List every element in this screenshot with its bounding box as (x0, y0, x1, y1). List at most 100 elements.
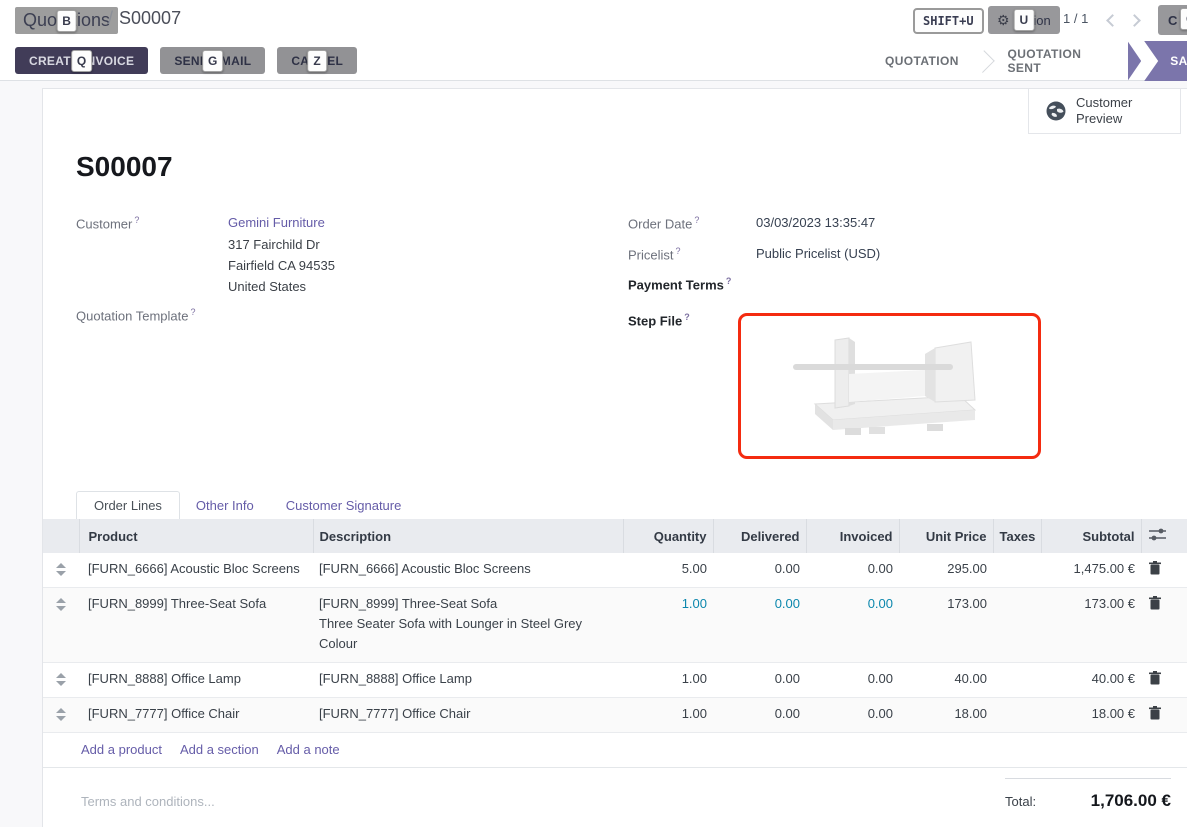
cell-invoiced[interactable]: 0.00 (806, 588, 899, 663)
cell-unit-price[interactable]: 295.00 (899, 553, 993, 588)
cell-product[interactable]: [FURN_8888] Office Lamp (79, 663, 313, 698)
total-label: Total: (1005, 794, 1036, 809)
action-menu-button[interactable]: ⚙ Action U (988, 6, 1060, 34)
cell-description[interactable]: [FURN_6666] Acoustic Bloc Screens (313, 553, 623, 588)
step-file-image[interactable] (738, 313, 1041, 459)
payment-terms-label: Payment Terms? (628, 276, 756, 292)
drag-handle-icon[interactable] (43, 663, 79, 698)
drag-handle-icon[interactable] (43, 588, 79, 663)
customer-link[interactable]: Gemini Furniture (228, 215, 325, 230)
cancel-button[interactable]: CANCEL Z (277, 47, 357, 74)
keyboard-hint-send-email: G (202, 50, 224, 72)
step-file-label: Step File? (628, 312, 690, 328)
breadcrumb: /S00007 (108, 8, 181, 29)
column-header-invoiced[interactable]: Invoiced (806, 519, 899, 553)
tab-order-lines[interactable]: Order Lines (76, 491, 180, 519)
column-header-product[interactable]: Product (79, 519, 313, 553)
column-header-quantity[interactable]: Quantity (623, 519, 713, 553)
pager-next-icon[interactable] (1128, 14, 1141, 27)
cell-taxes[interactable] (993, 553, 1041, 588)
column-header-taxes[interactable]: Taxes (993, 519, 1041, 553)
column-header-delivered[interactable]: Delivered (713, 519, 806, 553)
cell-subtotal: 40.00 € (1041, 663, 1141, 698)
cell-unit-price[interactable]: 40.00 (899, 663, 993, 698)
cell-unit-price[interactable]: 173.00 (899, 588, 993, 663)
help-icon: ? (134, 215, 139, 225)
cell-description[interactable]: [FURN_8999] Three-Seat Sofa Three Seater… (313, 588, 623, 663)
table-footer-links: Add a product Add a section Add a note (43, 733, 1187, 768)
optional-columns-header (1141, 519, 1187, 553)
address-line: Fairfield CA 94535 (228, 255, 335, 276)
delete-row-icon[interactable] (1141, 553, 1187, 588)
cell-description[interactable]: [FURN_7777] Office Chair (313, 698, 623, 733)
help-icon: ? (726, 276, 732, 286)
drag-handle-icon[interactable] (43, 698, 79, 733)
keyboard-hint-breadcrumb: B (56, 10, 77, 32)
delete-row-icon[interactable] (1141, 663, 1187, 698)
cell-delivered[interactable]: 0.00 (713, 588, 806, 663)
cell-taxes[interactable] (993, 663, 1041, 698)
tab-customer-signature[interactable]: Customer Signature (270, 492, 418, 519)
table-row: [FURN_8888] Office Lamp [FURN_8888] Offi… (43, 663, 1187, 698)
status-active-arrow-icon (1128, 41, 1142, 81)
cell-product[interactable]: [FURN_6666] Acoustic Bloc Screens (79, 553, 313, 588)
cell-quantity[interactable]: 1.00 (623, 698, 713, 733)
optional-columns-icon[interactable] (1148, 526, 1167, 543)
delete-row-icon[interactable] (1141, 698, 1187, 733)
description-line1: [FURN_8999] Three-Seat Sofa (319, 596, 617, 611)
order-date-value[interactable]: 03/03/2023 13:35:47 (756, 215, 875, 231)
send-email-button[interactable]: SEND EMAIL G (160, 47, 265, 74)
total-box: Total: 1,706.00 € (1005, 778, 1171, 811)
cell-delivered[interactable]: 0.00 (713, 698, 806, 733)
cell-product[interactable]: [FURN_8999] Three-Seat Sofa (79, 588, 313, 663)
pricelist-field-row: Pricelist? Public Pricelist (USD) (628, 246, 880, 262)
column-header-description[interactable]: Description (313, 519, 623, 553)
status-step-quotation[interactable]: QUOTATION (870, 54, 974, 68)
cell-invoiced[interactable]: 0.00 (806, 553, 899, 588)
breadcrumb-quotations[interactable]: Quotations B (15, 7, 118, 34)
cutoff-button-label: C (1168, 13, 1177, 28)
tab-other-info[interactable]: Other Info (180, 492, 270, 519)
customer-preview-button[interactable]: Customer Preview (1028, 89, 1181, 134)
keyboard-hint-create-invoice: Q (71, 50, 93, 72)
table-row: [FURN_8999] Three-Seat Sofa [FURN_8999] … (43, 588, 1187, 663)
pricelist-label: Pricelist? (628, 246, 756, 262)
cell-delivered[interactable]: 0.00 (713, 553, 806, 588)
cell-unit-price[interactable]: 18.00 (899, 698, 993, 733)
payment-terms-field-row: Payment Terms? (628, 276, 756, 292)
cell-quantity[interactable]: 5.00 (623, 553, 713, 588)
pricelist-value[interactable]: Public Pricelist (USD) (756, 246, 880, 262)
add-a-section-link[interactable]: Add a section (180, 742, 259, 757)
table-row: [FURN_7777] Office Chair [FURN_7777] Off… (43, 698, 1187, 733)
status-step-quotation-sent[interactable]: QUOTATION SENT (993, 47, 1118, 75)
cell-description[interactable]: [FURN_8888] Office Lamp (313, 663, 623, 698)
pager-previous-icon[interactable] (1106, 14, 1119, 27)
cell-taxes[interactable] (993, 588, 1041, 663)
notebook: Order Lines Other Info Customer Signatur… (43, 489, 1187, 827)
cell-product[interactable]: [FURN_7777] Office Chair (79, 698, 313, 733)
pager-count: 1 / 1 (1063, 11, 1088, 26)
cell-delivered[interactable]: 0.00 (713, 663, 806, 698)
cell-quantity[interactable]: 1.00 (623, 588, 713, 663)
create-invoice-button[interactable]: CREATE INVOICE Q (15, 47, 148, 74)
total-value: 1,706.00 € (1091, 791, 1171, 811)
customer-label: Customer? (76, 215, 228, 297)
cell-invoiced[interactable]: 0.00 (806, 663, 899, 698)
cell-taxes[interactable] (993, 698, 1041, 733)
status-step-sales-order[interactable]: SALES ORDER (1144, 41, 1187, 81)
column-header-subtotal[interactable]: Subtotal (1041, 519, 1141, 553)
table-header-row: Product Description Quantity Delivered I… (43, 519, 1187, 553)
delete-row-icon[interactable] (1141, 588, 1187, 663)
keyboard-hint-cancel: Z (307, 50, 327, 72)
cell-subtotal: 173.00 € (1041, 588, 1141, 663)
cell-invoiced[interactable]: 0.00 (806, 698, 899, 733)
add-a-product-link[interactable]: Add a product (81, 742, 162, 757)
cell-quantity[interactable]: 1.00 (623, 663, 713, 698)
cutoff-button[interactable]: C C (1158, 5, 1187, 35)
status-chevron-icon (972, 50, 994, 72)
drag-handle-icon[interactable] (43, 553, 79, 588)
column-header-unit-price[interactable]: Unit Price (899, 519, 993, 553)
add-a-note-link[interactable]: Add a note (277, 742, 340, 757)
table-row: [FURN_6666] Acoustic Bloc Screens [FURN_… (43, 553, 1187, 588)
terms-and-conditions-input[interactable]: Terms and conditions... (81, 794, 215, 809)
